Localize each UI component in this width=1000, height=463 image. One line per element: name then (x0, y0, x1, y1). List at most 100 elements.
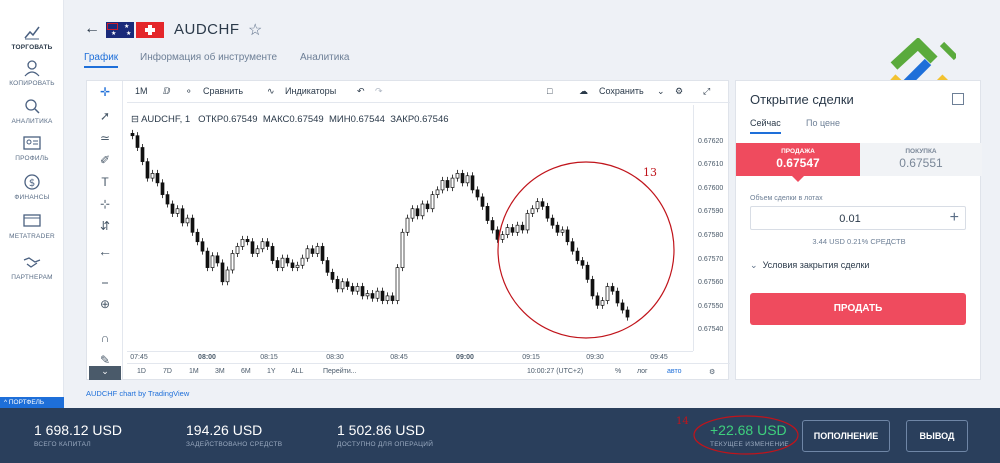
plus-icon[interactable]: + (950, 209, 959, 227)
camera-icon[interactable]: □ (547, 86, 552, 96)
range-7d[interactable]: 7D (163, 368, 172, 375)
candle (330, 268, 335, 283)
range-1y[interactable]: 1Y (267, 368, 276, 375)
candle (240, 235, 245, 250)
portfolio-tab[interactable]: ^ ПОРТФЕЛЬ (0, 397, 64, 408)
log-scale-toggle[interactable]: лог (637, 368, 648, 375)
expand-icon[interactable] (952, 93, 964, 105)
measure-tool-icon[interactable]: ⇵ (95, 219, 115, 237)
price-axis[interactable]: 0.67620 0.67610 0.67600 0.67590 0.67580 0.675… (693, 105, 730, 351)
nav-item-profile[interactable]: ПРОФИЛЬ (0, 133, 64, 162)
annotation-label-14: 14 (676, 416, 689, 427)
range-3m[interactable]: 3М (215, 368, 225, 375)
australia-flag-icon: ★ ★ ★ (106, 22, 134, 38)
candle (265, 238, 270, 250)
sell-price-box[interactable]: ПРОДАЖА 0.67547 (736, 143, 860, 182)
current-change: +22.68 USD ТЕКУЩЕЕ ИЗМЕНЕНИЕ (710, 422, 790, 448)
tradingview-credit[interactable]: AUDCHF chart by TradingView (86, 389, 189, 398)
sell-price: 0.67547 (776, 156, 820, 170)
favorite-star-icon[interactable]: ☆ (248, 20, 262, 40)
back-arrow-icon[interactable]: ← (84, 20, 100, 38)
candle (255, 245, 260, 258)
copy-user-icon (24, 60, 40, 77)
candle (420, 200, 425, 220)
compare-button[interactable]: Сравнить (203, 86, 243, 96)
tab-instrument-info[interactable]: Информация об инструменте (140, 52, 277, 63)
nav-item-metatrader[interactable]: METATRADER (0, 211, 64, 240)
nav-item-trade[interactable]: ТОРГОВАТЬ (0, 22, 64, 51)
goto-date-button[interactable]: Перейти... (323, 368, 357, 375)
candle-type-icon[interactable]: ⅅ (163, 86, 170, 97)
price-tick-label: 0.67600 (698, 184, 724, 192)
redo-icon[interactable]: ↷ (375, 86, 383, 97)
interval-button[interactable]: 1M (135, 86, 148, 96)
range-all[interactable]: ALL (291, 368, 303, 375)
candle (415, 205, 420, 220)
pattern-tool-icon[interactable]: ⊹ (95, 197, 115, 215)
candle (380, 287, 385, 305)
magnet-icon[interactable]: ∩ (95, 331, 115, 349)
nav-item-copy[interactable]: КОПИРОВАТЬ (0, 58, 64, 87)
tab-market-now[interactable]: Сейчас (750, 118, 781, 134)
price-tick-label: 0.67540 (698, 326, 724, 334)
indicators-button[interactable]: Индикаторы (285, 86, 336, 96)
candle (385, 292, 390, 305)
price-tick-label: 0.67560 (698, 279, 724, 287)
buy-price-box[interactable]: ПОКУПКА 0.67551 (860, 143, 982, 176)
crosshair-icon[interactable]: ✛ (95, 85, 115, 103)
compare-icon[interactable]: ⚬ (185, 86, 193, 97)
tab-by-price[interactable]: По цене (806, 118, 840, 128)
time-axis[interactable]: 07:45 08:00 08:15 08:30 08:45 09:00 09:15 09:30… (127, 351, 693, 363)
undo-icon[interactable]: ↶ (357, 86, 365, 97)
nav-item-partners[interactable]: ПАРТНЕРАМ (0, 252, 64, 281)
candle (575, 247, 580, 265)
chart-panel: ✛ ➚ ≃ ✐ T ⊹ ⇵ ← ⎯ ⊕ ∩ ✎ ⌄ 1M ⅅ ⚬ Сравнит… (86, 80, 730, 380)
candle (480, 193, 485, 210)
deposit-button[interactable]: ПОПОЛНЕНИЕ (802, 420, 890, 452)
candle (285, 254, 290, 267)
range-6m[interactable]: 6М (241, 368, 251, 375)
price-tick-label: 0.67610 (698, 161, 724, 169)
candlestick-plot[interactable] (127, 105, 693, 351)
volume-value: 0.01 (839, 213, 861, 225)
available-funds: 1 502.86 USD ДОСТУПНО ДЛЯ ОПЕРАЦИЙ (337, 422, 434, 448)
candle (175, 205, 180, 217)
range-1m[interactable]: 1М (189, 368, 199, 375)
fib-tool-icon[interactable]: ≃ (95, 131, 115, 149)
nav-item-analytics[interactable]: АНАЛИТИКА (0, 96, 64, 125)
candle (145, 158, 150, 182)
cloud-icon[interactable]: ☁ (579, 86, 588, 97)
candle (475, 186, 480, 201)
chevron-down-icon[interactable]: ⌄ (657, 86, 665, 97)
trendline-icon[interactable]: ➚ (95, 109, 115, 127)
volume-input[interactable]: 0.01 + (750, 206, 966, 230)
indicators-icon[interactable]: ∿ (267, 86, 275, 97)
price-tick-label: 0.67570 (698, 255, 724, 263)
close-conditions-toggle[interactable]: ⌄ Условия закрытия сделки (750, 260, 869, 271)
candle (165, 191, 170, 208)
settings-gear-icon[interactable]: ⚙ (675, 86, 683, 97)
candle (405, 214, 410, 236)
range-1d[interactable]: 1D (137, 368, 146, 375)
tab-chart[interactable]: График (84, 52, 119, 68)
chart-settings-icon[interactable]: ⚙ (709, 368, 715, 376)
nav-item-finance[interactable]: $ ФИНАНСЫ (0, 172, 64, 201)
text-tool-icon[interactable]: T (95, 175, 115, 193)
candle (585, 261, 590, 283)
auto-scale-toggle[interactable]: авто (667, 368, 681, 375)
profile-card-icon (23, 136, 41, 150)
candle (160, 179, 165, 199)
save-button[interactable]: Сохранить (599, 86, 644, 96)
zoom-icon[interactable]: ⊕ (95, 297, 115, 315)
tab-analytics[interactable]: Аналитика (300, 52, 350, 63)
collapse-tools-icon[interactable]: ⌄ (89, 366, 121, 380)
brush-icon[interactable]: ✐ (95, 153, 115, 171)
ruler-icon[interactable]: ⎯ (95, 275, 115, 293)
fullscreen-icon[interactable]: ⤢ (703, 86, 710, 97)
arrow-left-icon[interactable]: ← (95, 243, 115, 261)
order-panel-title: Открытие сделки (750, 92, 854, 107)
withdraw-button[interactable]: ВЫВОД (906, 420, 968, 452)
sell-button[interactable]: ПРОДАТЬ (750, 293, 966, 325)
candle (490, 216, 495, 234)
percent-scale-toggle[interactable]: % (615, 368, 621, 375)
